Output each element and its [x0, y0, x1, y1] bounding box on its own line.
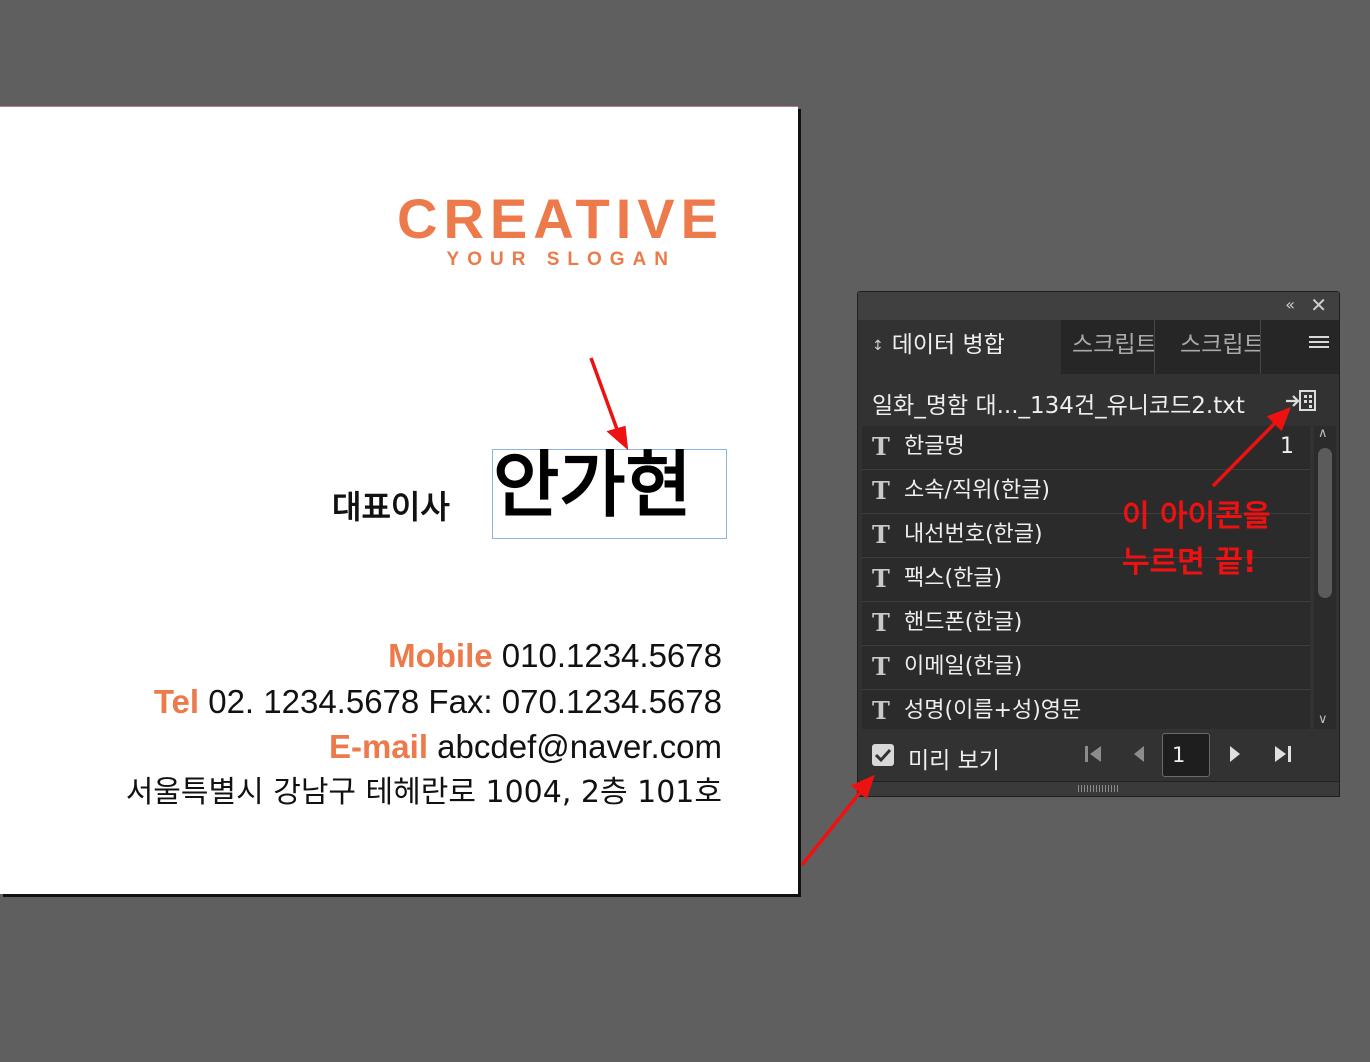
address-line: 서울특별시 강남구 테헤란로 1004, 2층 101호	[125, 774, 722, 810]
field-name: 소속/직위(한글)	[904, 478, 1051, 503]
text-field-icon: T	[872, 520, 890, 549]
email-label: E-mail	[328, 728, 428, 765]
field-name: 성명(이름+성)영문	[904, 698, 1082, 723]
field-list-scrollbar[interactable]: ∧ ∨	[1314, 426, 1336, 729]
annotation-line-1: 이 아이콘을	[1122, 499, 1271, 534]
tab-label: 스크립트	[1072, 332, 1154, 358]
text-field-icon: T	[872, 652, 890, 681]
text-field-icon: T	[872, 608, 890, 637]
text-field-icon: T	[872, 564, 890, 593]
text-field-icon: T	[872, 696, 890, 725]
field-name: 내선번호(한글)	[904, 522, 1043, 547]
tab-label: 데이터 병합	[891, 332, 1005, 358]
mobile-line: Mobile 010.1234.5678	[126, 633, 722, 679]
annotation-line-2: 누르면 끝!	[1122, 545, 1257, 580]
email-line: E-mail abcdef@naver.com	[126, 724, 722, 770]
panel-footer: 미리 보기	[858, 732, 1339, 782]
list-item[interactable]: T 이메일(한글)	[862, 646, 1310, 690]
arrow-to-panel-corner	[800, 788, 864, 867]
tab-script-1[interactable]: 스크립트	[1072, 320, 1154, 374]
checkmark-icon	[874, 748, 892, 763]
tab-data-merge[interactable]: ↕ 데이터 병합	[858, 320, 1061, 374]
next-record-icon[interactable]	[1228, 744, 1242, 768]
panel-titlebar[interactable]: « ✕	[858, 292, 1339, 320]
previous-record-icon[interactable]	[1132, 744, 1146, 768]
business-card-page: CREATIVE YOUR SLOGAN 대표이사 안가현 Mobile 010…	[0, 106, 798, 894]
tel-label: Tel	[153, 682, 200, 720]
name-text-frame[interactable]: 안가현	[492, 443, 727, 539]
tab-script-2[interactable]: 스크립트	[1180, 320, 1260, 374]
tab-label: 스크립트	[1180, 332, 1260, 358]
panel-tabs: ↕ 데이터 병합 스크립트 스크립트	[858, 320, 1339, 374]
email-address: abcdef@naver.com	[437, 728, 722, 765]
first-record-icon[interactable]	[1084, 744, 1102, 768]
preview-label: 미리 보기	[908, 748, 1000, 774]
chevron-down-icon[interactable]: ∨	[1318, 712, 1328, 727]
panel-resize-grip[interactable]	[858, 781, 1339, 796]
preview-checkbox[interactable]	[872, 744, 894, 766]
field-value: 1	[1280, 434, 1294, 459]
close-icon[interactable]: ✕	[1310, 293, 1327, 317]
data-source-row: 일화_명함 대..._134건_유니코드2.txt	[858, 374, 1339, 424]
field-name: 한글명	[904, 434, 965, 459]
tab-divider	[1154, 320, 1155, 374]
annotation-note: 이 아이콘을 누르면 끝!	[1122, 494, 1270, 586]
field-name: 핸드폰(한글)	[904, 610, 1023, 635]
list-item[interactable]: T 핸드폰(한글)	[862, 602, 1310, 646]
tab-divider	[1260, 320, 1261, 374]
job-title: 대표이사	[332, 488, 450, 526]
scroll-thumb[interactable]	[1318, 448, 1332, 598]
list-item[interactable]: T 성명(이름+성)영문	[862, 690, 1310, 729]
mobile-number: 010.1234.5678	[501, 637, 722, 674]
text-field-icon: T	[872, 476, 890, 505]
chevron-up-icon[interactable]: ∧	[1318, 426, 1328, 441]
record-number-input[interactable]	[1162, 733, 1210, 777]
logo-slogan: YOUR SLOGAN	[446, 249, 676, 270]
list-item[interactable]: T 한글명 1	[862, 426, 1310, 470]
hamburger-menu-icon[interactable]	[1309, 336, 1329, 351]
person-name: 안가현	[493, 443, 692, 527]
text-field-icon: T	[872, 432, 890, 461]
mobile-label: Mobile	[388, 637, 493, 674]
field-name: 팩스(한글)	[904, 566, 1003, 591]
contact-block: Mobile 010.1234.5678 Tel 02. 1234.5678 F…	[126, 633, 722, 815]
last-record-icon[interactable]	[1274, 744, 1292, 768]
double-chevron-left-icon[interactable]: «	[1285, 295, 1295, 314]
chevron-up-down-icon: ↕	[872, 337, 884, 354]
create-merged-document-icon[interactable]	[1285, 389, 1317, 417]
field-name: 이메일(한글)	[904, 654, 1023, 679]
tel-fax-number: 02. 1234.5678 Fax: 070.1234.5678	[208, 682, 722, 720]
data-source-filename: 일화_명함 대..._134건_유니코드2.txt	[872, 393, 1245, 419]
tel-line: Tel 02. 1234.5678 Fax: 070.1234.5678	[126, 679, 722, 725]
logo-text: CREATIVE	[397, 187, 724, 250]
